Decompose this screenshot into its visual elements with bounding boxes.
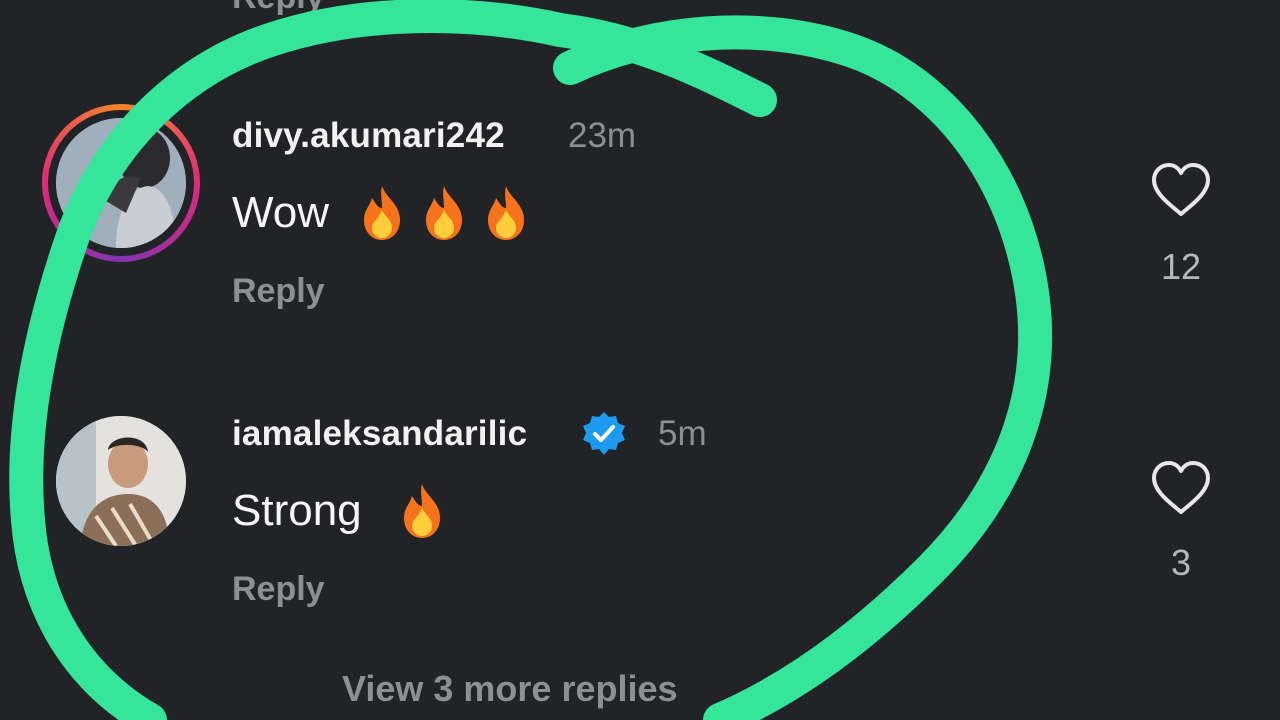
partial-reply-link[interactable]: Reply bbox=[232, 0, 325, 17]
avatar-photo bbox=[56, 416, 186, 546]
fire-emoji bbox=[396, 482, 448, 551]
comment-text: Strong bbox=[232, 484, 440, 538]
comment-username[interactable]: iamaleksandarilic bbox=[232, 414, 527, 454]
heart-outline-icon[interactable] bbox=[1150, 460, 1212, 521]
verified-badge-icon bbox=[580, 410, 628, 463]
comment-text-body: Wow bbox=[232, 188, 329, 237]
avatar[interactable] bbox=[56, 118, 186, 248]
avatar[interactable] bbox=[56, 416, 186, 546]
highlight-scribble bbox=[9, 0, 1053, 720]
heart-outline-icon[interactable] bbox=[1150, 162, 1212, 223]
comment-timestamp: 5m bbox=[658, 414, 707, 453]
view-more-replies-button[interactable]: View 3 more replies bbox=[342, 668, 678, 710]
reply-button[interactable]: Reply bbox=[232, 272, 325, 311]
comment-text: Wow bbox=[232, 186, 524, 240]
like-count: 3 bbox=[1170, 542, 1192, 583]
comment-username[interactable]: divy.akumari242 bbox=[232, 116, 505, 156]
like-count: 12 bbox=[1160, 246, 1202, 287]
fire-emoji bbox=[418, 184, 470, 253]
fire-emoji bbox=[480, 184, 532, 253]
comment-timestamp: 23m bbox=[568, 116, 637, 155]
avatar-photo bbox=[56, 118, 186, 248]
reply-button[interactable]: Reply bbox=[232, 570, 325, 609]
comment-text-body: Strong bbox=[232, 486, 362, 535]
fire-emoji bbox=[356, 184, 408, 253]
